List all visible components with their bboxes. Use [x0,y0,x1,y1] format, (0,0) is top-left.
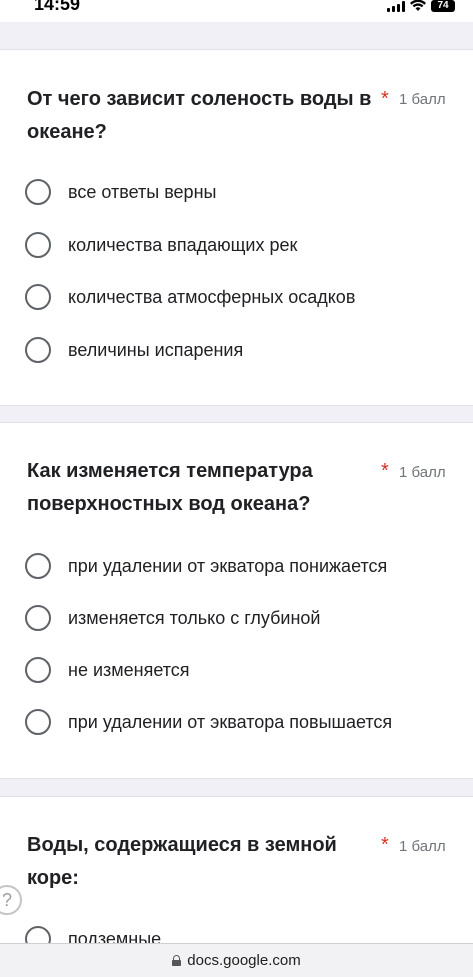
radio-option[interactable]: изменяется только с глубиной [25,603,320,633]
radio-option[interactable]: величины испарения [25,335,243,365]
status-time: 14:59 [34,0,81,14]
question-title: Как изменяется температура поверхностных… [27,460,313,515]
status-bar: 14:59 74 [0,0,473,22]
question-card-1: От чего зависит соленость воды в океане?… [0,49,473,406]
browser-address-bar[interactable]: docs.google.com [0,943,473,977]
question-card-3: Воды, содержащиеся в земной коре: * 1 ба… [0,796,473,957]
lock-icon [172,955,182,966]
radio-option[interactable]: количества впадающих рек [25,230,297,260]
points-label: 1 балл [399,838,446,855]
radio-circle-icon[interactable] [25,657,51,683]
option-label: не изменяется [68,659,190,680]
question-title: От чего зависит соленость воды в океане? [27,88,372,143]
points-label: 1 балл [399,91,446,108]
option-label: величины испарения [68,339,244,360]
question-card-2: Как изменяется температура поверхностных… [0,422,473,779]
radio-circle-icon[interactable] [25,284,51,310]
radio-circle-icon[interactable] [25,179,51,205]
top-strip [0,22,473,47]
wifi-icon [410,0,426,11]
option-label: изменяется только с глубиной [68,607,321,628]
option-label: количества впадающих рек [68,234,298,255]
radio-circle-icon[interactable] [25,709,51,735]
required-asterisk: * [381,460,389,482]
option-label: все ответы верны [68,181,217,202]
radio-option[interactable]: количества атмосферных осадков [25,282,355,312]
battery-icon: 74 [431,0,455,12]
radio-option[interactable]: не изменяется [25,655,190,685]
cellular-signal-icon [387,0,405,12]
points-label: 1 балл [399,464,446,481]
radio-circle-icon[interactable] [25,605,51,631]
required-asterisk: * [381,834,389,856]
radio-circle-icon[interactable] [25,553,51,579]
url-text: docs.google.com [187,952,301,969]
radio-circle-icon[interactable] [25,232,51,258]
status-icons: 74 [387,0,455,12]
question-title: Воды, содержащиеся в земной коре: [27,834,337,889]
radio-circle-icon[interactable] [25,337,51,363]
radio-option[interactable]: все ответы верны [25,177,216,207]
option-label: при удалении от экватора повышается [68,711,393,732]
radio-option[interactable]: при удалении от экватора повышается [25,707,392,737]
required-asterisk: * [381,88,389,110]
radio-option[interactable]: при удалении от экватора понижается [25,551,387,581]
option-label: при удалении от экватора понижается [68,555,388,576]
option-label: количества атмосферных осадков [68,286,356,307]
